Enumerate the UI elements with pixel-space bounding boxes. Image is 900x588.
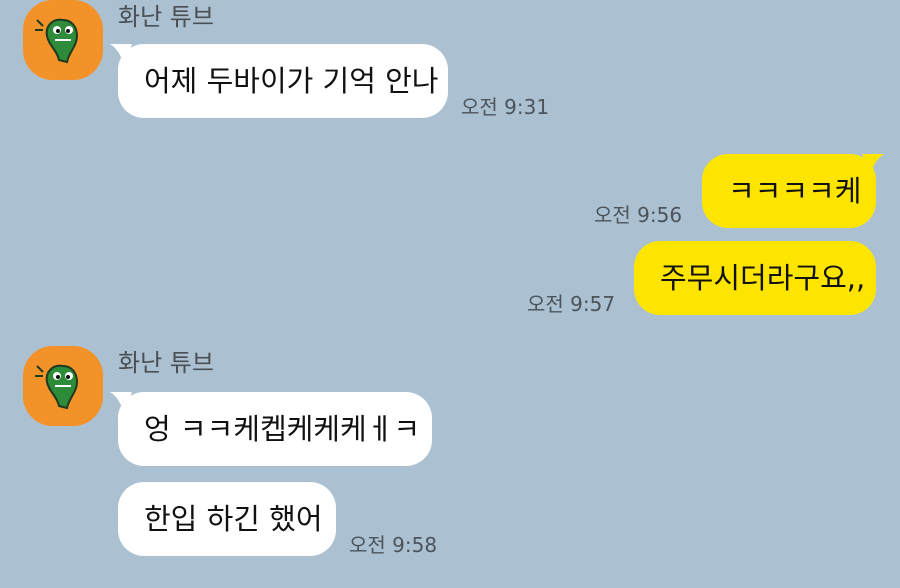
message-timestamp: 오전 9:31 bbox=[461, 95, 550, 119]
sender-avatar-icon[interactable] bbox=[23, 0, 103, 80]
message-bubble-outgoing[interactable]: 주무시더라구요,, bbox=[634, 241, 876, 315]
bubble-tail bbox=[110, 392, 132, 414]
message-bubble-incoming[interactable]: 어제 두바이가 기억 안나 bbox=[110, 44, 448, 118]
message-text: 엉 ㅋㅋ케켑케케케ㅔㅋ bbox=[144, 412, 421, 446]
message-timestamp: 오전 9:57 bbox=[527, 292, 616, 316]
sender-avatar-icon[interactable] bbox=[23, 346, 103, 426]
message-bubble-incoming[interactable]: 엉 ㅋㅋ케켑케케케ㅔㅋ bbox=[110, 392, 432, 466]
sender-name: 화난 튜브 bbox=[118, 3, 214, 31]
message-text: 한입 하긴 했어 bbox=[144, 502, 323, 536]
message-text: ㅋㅋㅋㅋ케 bbox=[728, 174, 862, 208]
bubble-tail bbox=[862, 154, 884, 176]
message-timestamp: 오전 9:58 bbox=[349, 533, 438, 557]
message-text: 어제 두바이가 기억 안나 bbox=[144, 64, 439, 98]
message-bubble-outgoing[interactable]: ㅋㅋㅋㅋ케 bbox=[702, 154, 884, 228]
bubble-tail bbox=[110, 44, 132, 66]
message-timestamp: 오전 9:56 bbox=[594, 203, 683, 227]
sender-name: 화난 튜브 bbox=[118, 349, 214, 377]
message-bubble-incoming[interactable]: 한입 하긴 했어 bbox=[118, 482, 336, 556]
message-text: 주무시더라구요,, bbox=[660, 261, 866, 295]
